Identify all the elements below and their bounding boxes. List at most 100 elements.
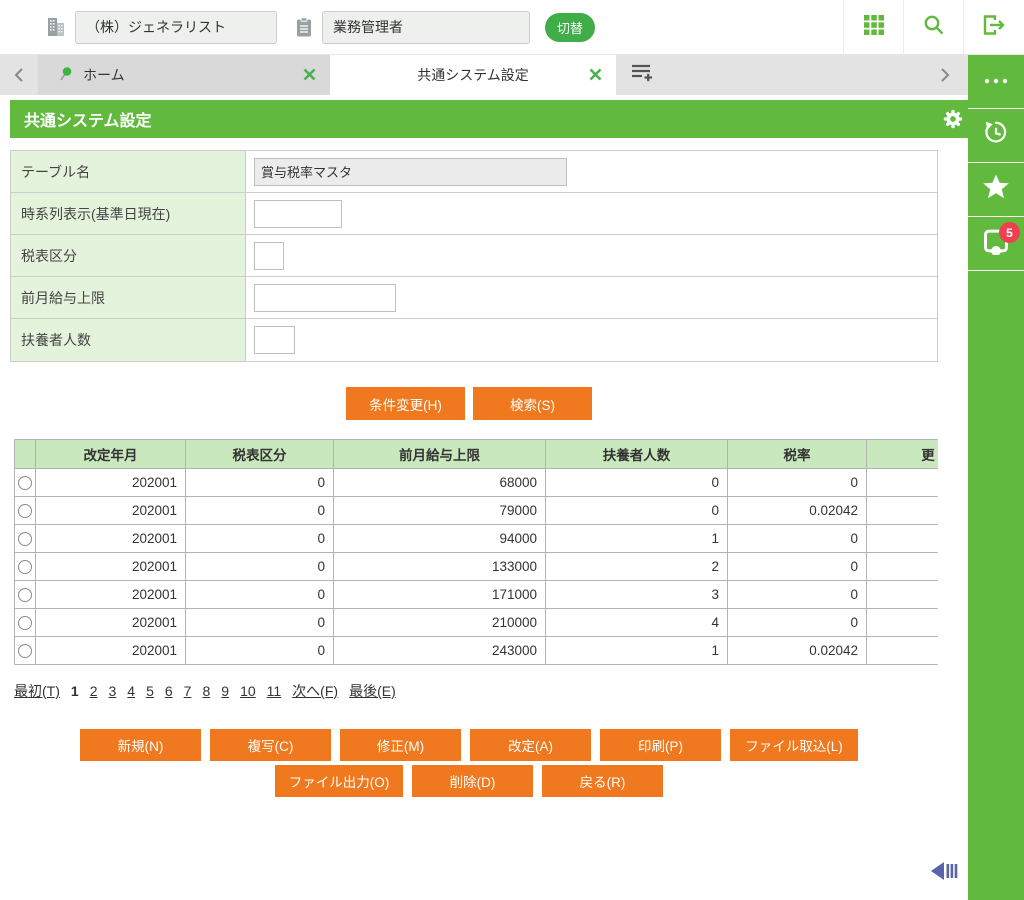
- file-import-button[interactable]: ファイル取込(L): [730, 729, 858, 761]
- tab-home[interactable]: ホーム: [38, 55, 330, 95]
- time-series-label: 時系列表示(基準日現在): [11, 193, 246, 234]
- page-link[interactable]: 10: [240, 683, 256, 699]
- row-select-radio[interactable]: [18, 560, 32, 574]
- page-link[interactable]: 8: [202, 683, 210, 699]
- table-row[interactable]: 2020010 1330002 0: [15, 553, 939, 581]
- add-tab-button[interactable]: [616, 55, 668, 95]
- apps-grid-icon: [862, 13, 886, 42]
- tab-strip: ホーム 共通システム設定: [0, 55, 968, 95]
- change-condition-button[interactable]: 条件変更(H): [346, 387, 465, 420]
- col-select: [15, 440, 36, 469]
- col-tax-rate: 税率: [728, 440, 867, 469]
- more-icon: [983, 73, 1009, 91]
- right-sidebar: 5: [968, 55, 1024, 900]
- col-revision-ym: 改定年月: [36, 440, 186, 469]
- tabs-scroll-right-button[interactable]: [926, 55, 964, 95]
- time-series-field[interactable]: [254, 200, 342, 228]
- table-row[interactable]: 2020010 1710003 0: [15, 581, 939, 609]
- company-input[interactable]: [75, 11, 277, 44]
- file-export-button[interactable]: ファイル出力(O): [275, 765, 403, 797]
- back-button[interactable]: 戻る(R): [542, 765, 663, 797]
- favorites-button[interactable]: [968, 163, 1024, 217]
- page-link[interactable]: 9: [221, 683, 229, 699]
- revise-button[interactable]: 改定(A): [470, 729, 591, 761]
- col-dependents: 扶養者人数: [546, 440, 728, 469]
- dependents-field[interactable]: [254, 326, 295, 354]
- row-select-radio[interactable]: [18, 644, 32, 658]
- page-link[interactable]: 3: [108, 683, 116, 699]
- page-next-link[interactable]: 次へ(F): [292, 681, 338, 701]
- tab-system-settings[interactable]: 共通システム設定: [330, 55, 616, 95]
- row-select-radio[interactable]: [18, 616, 32, 630]
- add-tab-icon: [630, 62, 654, 88]
- topbar-icon-group: [843, 0, 1024, 55]
- page-last-link[interactable]: 最後(E): [349, 681, 396, 701]
- page-title: 共通システム設定: [24, 107, 152, 131]
- role-clipboard-icon: [295, 17, 313, 38]
- page-link[interactable]: 5: [146, 683, 154, 699]
- page-link[interactable]: 4: [127, 683, 135, 699]
- search-button[interactable]: [903, 0, 963, 55]
- row-select-radio[interactable]: [18, 532, 32, 546]
- table-row[interactable]: 2020010 680000 0: [15, 469, 939, 497]
- tax-table-class-field[interactable]: [254, 242, 284, 270]
- logout-icon: [981, 13, 1007, 42]
- results-table: 改定年月 税表区分 前月給与上限 扶養者人数 税率 更 2020010 6800…: [14, 439, 938, 665]
- search-icon: [922, 13, 946, 42]
- tabs-scroll-left-button[interactable]: [0, 55, 38, 95]
- table-row[interactable]: 2020010 790000 0.02042: [15, 497, 939, 525]
- form-row-dependents: 扶養者人数: [11, 319, 937, 361]
- more-menu-button[interactable]: [968, 55, 1024, 109]
- settings-gear-icon[interactable]: [942, 108, 964, 130]
- prev-salary-cap-label: 前月給与上限: [11, 277, 246, 318]
- tab-home-close-icon[interactable]: [303, 68, 316, 84]
- dependents-label: 扶養者人数: [11, 319, 246, 361]
- results-header-row: 改定年月 税表区分 前月給与上限 扶養者人数 税率 更: [15, 440, 939, 469]
- prev-salary-cap-field[interactable]: [254, 284, 396, 312]
- page-first-link[interactable]: 最初(T): [14, 681, 60, 701]
- col-updated: 更: [867, 440, 939, 469]
- apps-grid-button[interactable]: [843, 0, 903, 55]
- tax-table-class-label: 税表区分: [11, 235, 246, 276]
- table-name-field: [254, 158, 567, 186]
- edit-button[interactable]: 修正(M): [340, 729, 461, 761]
- page: 切替: [0, 0, 1024, 900]
- notifications-button[interactable]: 5: [968, 217, 1024, 271]
- copy-button[interactable]: 複写(C): [210, 729, 331, 761]
- collapse-panel-arrow-icon[interactable]: [931, 860, 967, 887]
- search-exec-button[interactable]: 検索(S): [473, 387, 592, 420]
- logout-button[interactable]: [963, 0, 1024, 55]
- new-button[interactable]: 新規(N): [80, 729, 201, 761]
- notification-badge: 5: [999, 222, 1020, 243]
- page-header: 共通システム設定: [10, 100, 994, 138]
- table-row[interactable]: 2020010 2100004 0: [15, 609, 939, 637]
- tab-system-settings-label: 共通システム設定: [417, 65, 529, 85]
- action-button-row-2: ファイル出力(O) 削除(D) 戻る(R): [0, 765, 938, 797]
- col-tax-table-class: 税表区分: [186, 440, 334, 469]
- row-select-radio[interactable]: [18, 476, 32, 490]
- page-link[interactable]: 11: [267, 683, 282, 699]
- switch-button[interactable]: 切替: [545, 13, 595, 42]
- form-row-prev-salary-cap: 前月給与上限: [11, 277, 937, 319]
- row-select-radio[interactable]: [18, 588, 32, 602]
- table-name-label: テーブル名: [11, 151, 246, 192]
- delete-button[interactable]: 削除(D): [412, 765, 533, 797]
- table-row[interactable]: 2020010 940001 0: [15, 525, 939, 553]
- row-select-radio[interactable]: [18, 504, 32, 518]
- results-table-wrap: 改定年月 税表区分 前月給与上限 扶養者人数 税率 更 2020010 6800…: [14, 439, 938, 665]
- action-button-row-1: 新規(N) 複写(C) 修正(M) 改定(A) 印刷(P) ファイル取込(L): [0, 729, 938, 761]
- criteria-form: テーブル名 時系列表示(基準日現在) 税表区分 前月給与上限 扶養者人数: [10, 150, 938, 362]
- col-prev-salary-cap: 前月給与上限: [334, 440, 546, 469]
- tab-system-settings-close-icon[interactable]: [589, 68, 602, 84]
- history-button[interactable]: [968, 109, 1024, 163]
- role-input[interactable]: [322, 11, 530, 44]
- page-link[interactable]: 6: [165, 683, 173, 699]
- page-link[interactable]: 2: [90, 683, 98, 699]
- table-row[interactable]: 2020010 2430001 0.02042: [15, 637, 939, 665]
- print-button[interactable]: 印刷(P): [600, 729, 721, 761]
- company-building-icon: [46, 17, 66, 37]
- form-row-tax-table-class: 税表区分: [11, 235, 937, 277]
- history-icon: [982, 119, 1010, 152]
- page-current: 1: [71, 683, 79, 699]
- page-link[interactable]: 7: [184, 683, 192, 699]
